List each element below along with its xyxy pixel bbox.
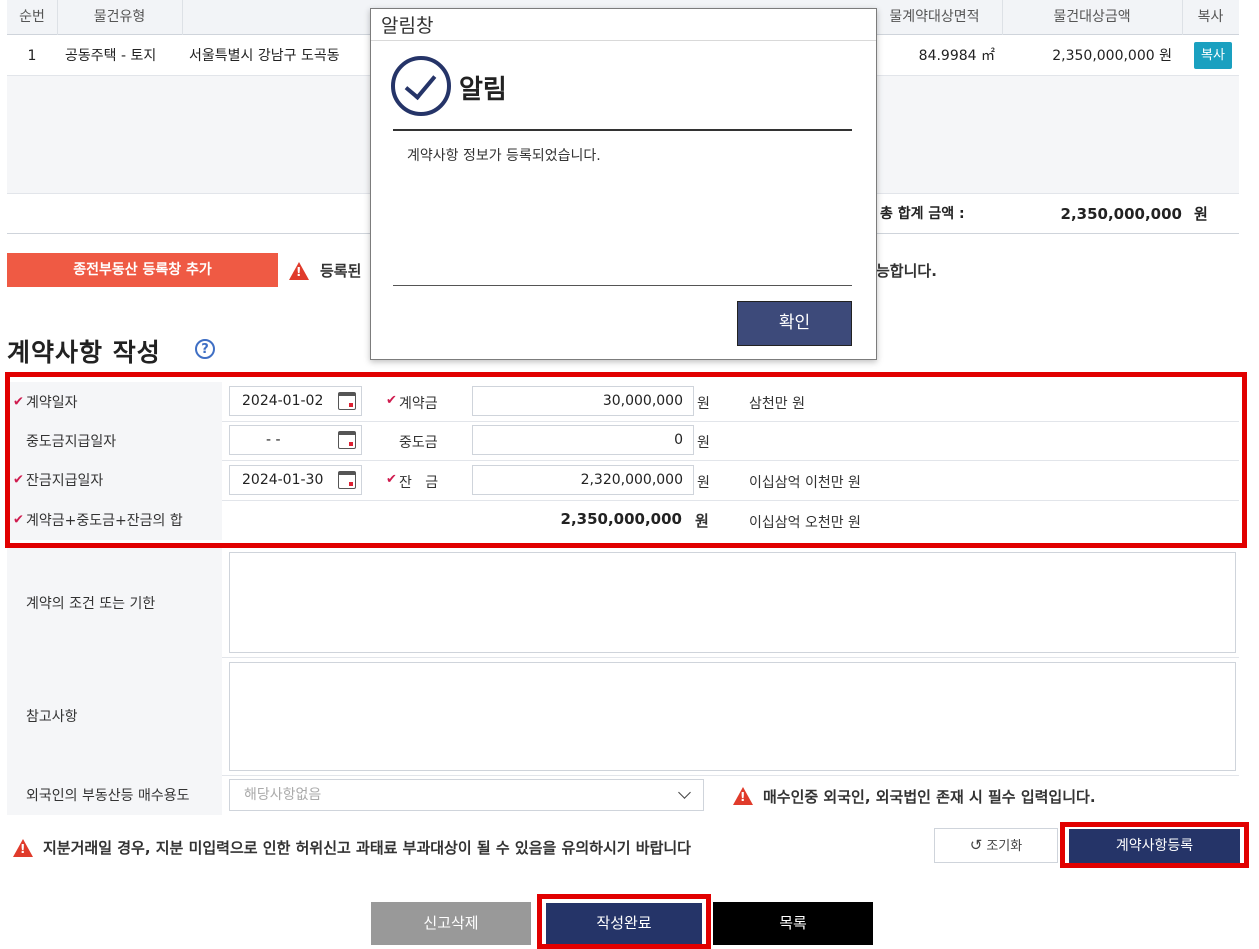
col-number: 순번 (7, 0, 58, 35)
col-area: 물계약대상면적 (867, 0, 1003, 35)
add-property-button[interactable]: 종전부동산 등록창 추가 (7, 253, 278, 287)
col-copy: 복사 (1197, 9, 1224, 25)
help-icon[interactable]: ? (195, 339, 215, 359)
warning-icon (289, 262, 309, 284)
total-value: 2,350,000,000 (1060, 205, 1182, 223)
foreign-select-value: 해당사항없음 (244, 787, 322, 803)
notes-label: 참고사항 (26, 709, 78, 725)
reset-icon: ↺ (969, 836, 983, 854)
dialog-heading: 알림 (459, 75, 507, 105)
row-amount: 2,350,000,000 원 (1052, 48, 1172, 64)
conditions-textarea[interactable] (229, 552, 1236, 653)
row-area: 84.9984 ㎡ (918, 48, 995, 64)
col-type: 물건유형 (57, 0, 183, 35)
foreign-purpose-select[interactable]: 해당사항없음 (229, 779, 704, 811)
notes-textarea[interactable] (229, 662, 1236, 771)
reset-label: 조기화 (986, 839, 1023, 854)
contract-form-highlight (5, 372, 1247, 548)
check-circle-icon (391, 56, 451, 116)
list-button[interactable]: 목록 (713, 902, 873, 945)
row-number: 1 (27, 48, 37, 64)
warning-icon (13, 839, 33, 861)
section-title: 계약사항 작성 (7, 338, 161, 367)
foreign-notice: 매수인중 외국인, 외국법인 존재 시 필수 입력입니다. (763, 788, 1096, 806)
complete-button[interactable]: 작성완료 (546, 903, 702, 944)
add-notice-start: 등록된 (320, 262, 362, 280)
dialog-window-title: 알림창 (381, 15, 434, 37)
done-highlight: 작성완료 (537, 894, 711, 949)
ok-button[interactable]: 확인 (737, 301, 852, 346)
register-contract-button[interactable]: 계약사항등록 (1069, 829, 1240, 863)
dialog-message: 계약사항 정보가 등록되었습니다. (407, 148, 601, 164)
delete-report-button[interactable]: 신고삭제 (371, 902, 531, 945)
dialog-divider (393, 129, 852, 131)
register-highlight: 계약사항등록 (1060, 822, 1249, 868)
row-type: 공동주택 - 토지 (65, 48, 157, 64)
total-label: 총 합계 금액 : (880, 206, 965, 222)
warning-icon (733, 787, 753, 809)
copy-button[interactable]: 복사 (1194, 42, 1232, 69)
total-unit: 원 (1194, 205, 1208, 223)
foreign-label: 외국인의 부동산등 매수용도 (26, 788, 190, 804)
add-notice-end: 능합니다. (876, 262, 937, 280)
reset-button[interactable]: ↺ 조기화 (934, 828, 1058, 863)
dialog-divider (393, 285, 852, 286)
row-address: 서울특별시 강남구 도곡동 (189, 48, 340, 64)
share-notice: 지분거래일 경우, 지분 미입력으로 인한 허위신고 과태료 부과대상이 될 수… (43, 839, 691, 857)
chevron-down-icon (678, 786, 691, 799)
alert-dialog: 알림창 알림 계약사항 정보가 등록되었습니다. 확인 (370, 8, 877, 360)
dialog-title-divider (371, 40, 876, 41)
conditions-row: 계약의 조건 또는 기한 (7, 548, 1239, 658)
col-amount: 물건대상금액 (1002, 0, 1183, 35)
notes-row: 참고사항 (7, 657, 1239, 776)
conditions-label: 계약의 조건 또는 기한 (26, 595, 156, 612)
